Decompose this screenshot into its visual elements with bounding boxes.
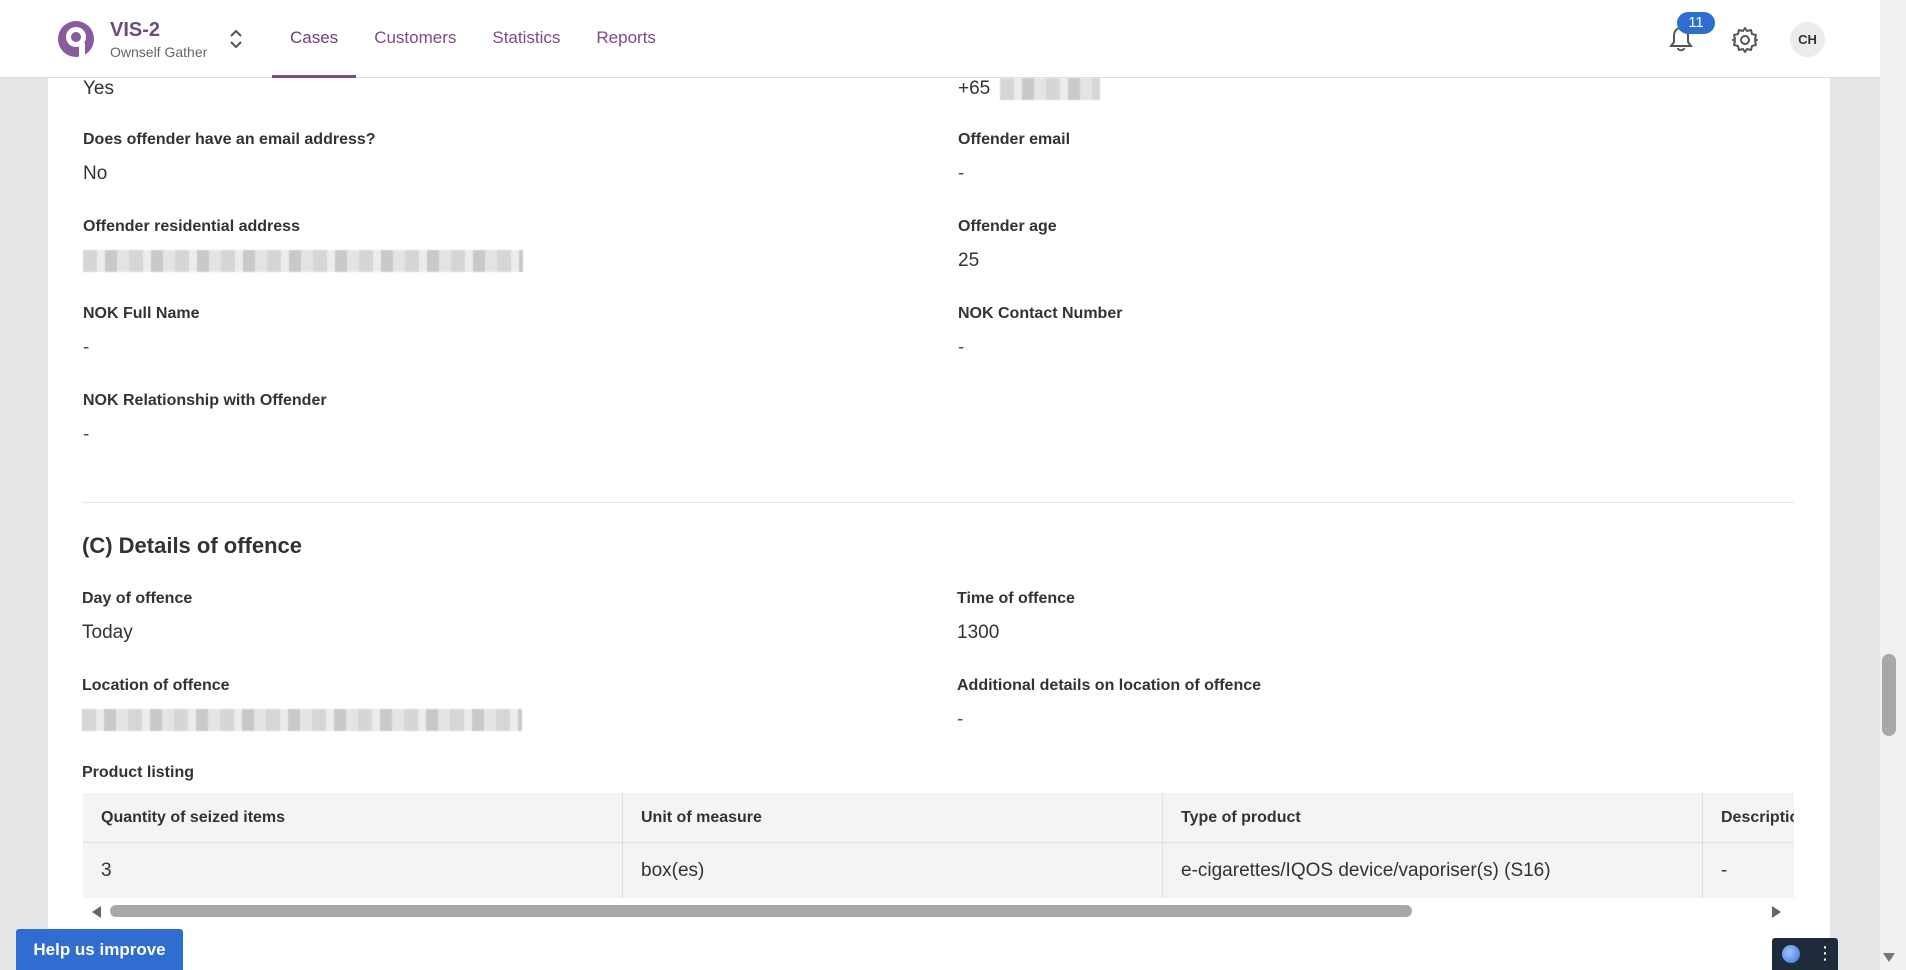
table-horizontal-scrollbar[interactable] — [88, 901, 1788, 921]
redacted-address — [83, 250, 523, 272]
time-value: 1300 — [957, 622, 1000, 643]
nok-relationship-field: NOK Relationship with Offender - — [83, 392, 327, 446]
chat-avatar-icon — [1782, 945, 1800, 963]
section-divider — [82, 502, 1794, 503]
page-vertical-scrollbar[interactable] — [1880, 0, 1906, 970]
nav-customers[interactable]: Customers — [356, 0, 474, 78]
phone-prefix: +65 — [958, 78, 991, 100]
nok-contact-field: NOK Contact Number - — [958, 305, 1122, 359]
redacted-location — [82, 709, 522, 731]
nav-statistics[interactable]: Statistics — [474, 0, 578, 78]
more-options-icon[interactable]: ⋮ — [1816, 943, 1834, 963]
main-nav: Cases Customers Statistics Reports — [272, 0, 674, 78]
scroll-left-arrow-icon[interactable] — [92, 906, 101, 918]
table-header-cell[interactable]: Type of product — [1163, 793, 1703, 842]
app-logo-icon[interactable] — [56, 19, 96, 59]
nav-reports[interactable]: Reports — [578, 0, 674, 78]
vertical-scroll-thumb[interactable] — [1882, 654, 1896, 736]
additional-location-field: Additional details on location of offenc… — [957, 677, 1261, 731]
table-cell: 3 — [83, 843, 623, 898]
scroll-down-arrow-icon[interactable] — [1883, 953, 1895, 962]
app-name[interactable]: VIS-2 — [110, 19, 160, 42]
section-title-offence: (C) Details of offence — [82, 533, 303, 558]
day-label: Day of offence — [82, 590, 193, 607]
table-cell: box(es) — [623, 843, 1163, 898]
notification-count-badge: 11 — [1677, 12, 1715, 34]
table-header-cell[interactable]: Quantity of seized items — [83, 793, 623, 842]
day-field: Day of offence Today — [82, 590, 192, 644]
table-cell: - — [1721, 859, 1728, 881]
table-header-cell[interactable]: Unit of measure — [623, 793, 1163, 842]
nok-contact-label: NOK Contact Number — [958, 305, 1123, 322]
time-label: Time of offence — [957, 590, 1075, 607]
has-email-value: No — [83, 163, 108, 184]
chevron-up-down-icon[interactable] — [226, 28, 246, 50]
additional-location-value: - — [957, 709, 964, 730]
nav-cases[interactable]: Cases — [272, 0, 357, 78]
has-phone-value: Yes — [83, 78, 114, 99]
gear-icon[interactable] — [1731, 26, 1759, 54]
email-label: Offender email — [958, 131, 1071, 148]
table-header-cell[interactable]: Descriptio — [1703, 793, 1794, 842]
app-subtitle: Ownself Gather — [110, 44, 208, 60]
age-value: 25 — [958, 250, 980, 271]
additional-location-label: Additional details on location of offenc… — [957, 677, 1262, 694]
has-phone-field: Yes — [83, 78, 114, 100]
help-us-improve-button[interactable]: Help us improve — [16, 929, 183, 970]
age-label: Offender age — [958, 218, 1057, 235]
product-listing-label: Product listing — [82, 764, 194, 781]
table-header-row: Quantity of seized items Unit of measure… — [83, 793, 1794, 843]
user-avatar[interactable]: CH — [1790, 22, 1825, 57]
chat-widget[interactable]: ⋮ — [1772, 938, 1838, 970]
email-field: Offender email - — [958, 131, 1070, 185]
redacted-phone — [999, 78, 1100, 100]
nok-contact-value: - — [958, 337, 965, 358]
nok-name-value: - — [83, 337, 90, 358]
product-listing-field: Product listing — [82, 764, 194, 782]
table-cell: e-cigarettes/IQOS device/vaporiser(s) (S… — [1163, 843, 1703, 898]
phone-field: +65 — [958, 78, 1100, 100]
scroll-right-arrow-icon[interactable] — [1772, 906, 1781, 918]
product-table: Quantity of seized items Unit of measure… — [83, 793, 1794, 898]
nok-relationship-value: - — [83, 424, 90, 445]
nok-name-label: NOK Full Name — [83, 305, 200, 322]
top-navigation-bar: VIS-2 Ownself Gather Cases Customers Sta… — [0, 0, 1880, 78]
location-field: Location of offence — [82, 677, 522, 731]
address-label: Offender residential address — [83, 218, 300, 235]
day-value: Today — [82, 622, 133, 643]
horizontal-scroll-thumb[interactable] — [110, 905, 1412, 917]
has-email-label: Does offender have an email address? — [83, 131, 376, 148]
nok-relationship-label: NOK Relationship with Offender — [83, 392, 327, 409]
has-email-field: Does offender have an email address? No — [83, 131, 376, 185]
nok-name-field: NOK Full Name - — [83, 305, 199, 359]
age-field: Offender age 25 — [958, 218, 1057, 272]
location-label: Location of offence — [82, 677, 230, 694]
address-field: Offender residential address — [83, 218, 523, 272]
time-field: Time of offence 1300 — [957, 590, 1075, 644]
email-value: - — [958, 163, 965, 184]
table-row[interactable]: 3 box(es) e-cigarettes/IQOS device/vapor… — [83, 843, 1794, 898]
